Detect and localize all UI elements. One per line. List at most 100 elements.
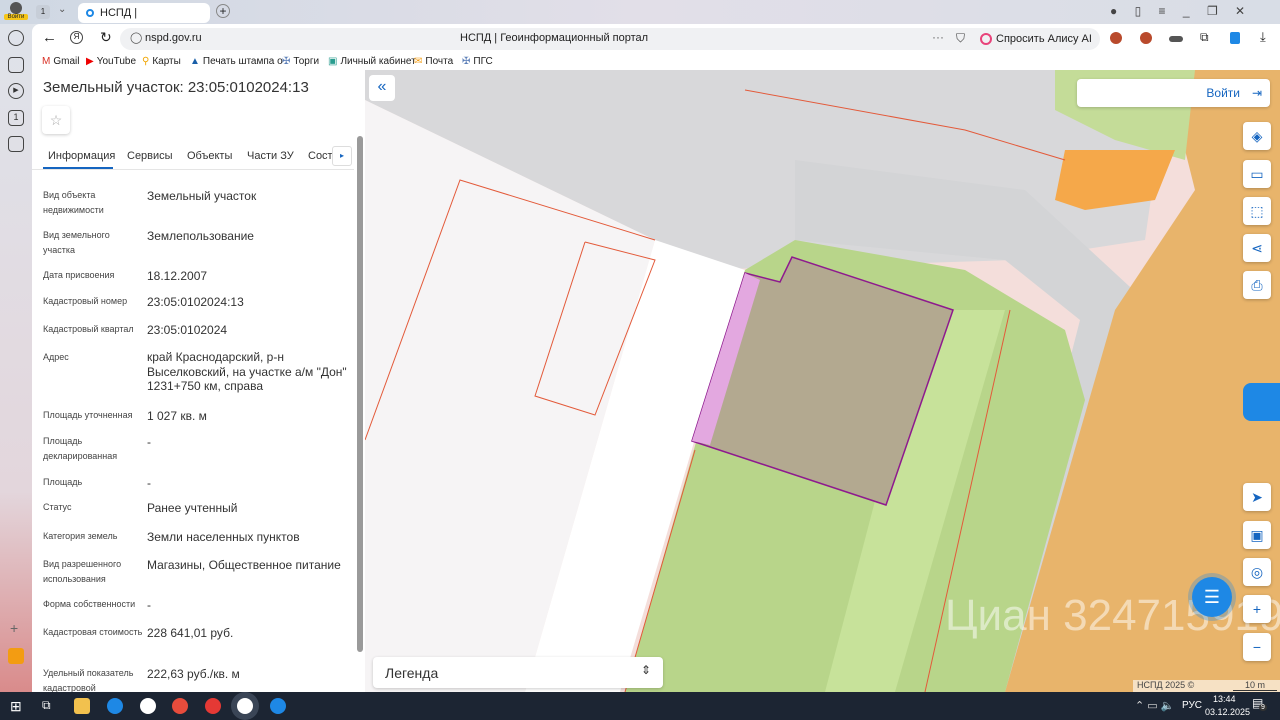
field-value: Земли населенных пунктов [147, 530, 300, 544]
bookmark-pgs[interactable]: ✠ ПГС [462, 56, 493, 67]
minimize-icon[interactable]: _ [1183, 4, 1190, 18]
tab-list-chevron-icon[interactable]: ⌄ [58, 4, 66, 15]
yandex-browser-icon[interactable] [205, 698, 221, 714]
sidebar-app-icon[interactable] [8, 136, 24, 152]
bookmark-pochta[interactable]: ✉ Почта [414, 56, 453, 67]
tab-objects[interactable]: Объекты [187, 150, 232, 162]
minimap-icon[interactable]: ▣ [1243, 521, 1271, 549]
app-icon[interactable] [140, 698, 156, 714]
bookmark-label: Почта [425, 56, 454, 67]
extension-icon[interactable] [1230, 32, 1240, 44]
history-icon[interactable] [8, 30, 24, 46]
divider [32, 169, 354, 170]
tab-nspd[interactable]: НСПД | Геоинформаци ✕ [78, 3, 210, 39]
gosuslugi-widget-icon[interactable] [1243, 383, 1280, 421]
login-label: Войти [1206, 86, 1240, 100]
alice-button[interactable]: Спросить Алису AI [974, 28, 1100, 50]
address-bar[interactable]: ◯ nspd.gov.ru НСПД | Геоинформационный п… [120, 28, 1000, 50]
app-icon[interactable] [270, 698, 286, 714]
extension-icon[interactable] [1169, 36, 1183, 42]
tabs-scroll-right-button[interactable]: ▸ [332, 146, 352, 166]
one-icon[interactable]: 1 [8, 110, 24, 126]
bookmark-torgi[interactable]: ✠ Торги [282, 56, 319, 67]
mail-app-icon[interactable] [8, 648, 24, 664]
field-label: Кадастровый номер [43, 296, 128, 306]
task-view-icon[interactable]: ⧉ [42, 698, 51, 713]
tab-favicon-icon [86, 9, 94, 17]
field-value: - [147, 435, 151, 449]
profile-button[interactable]: Войти [4, 2, 28, 22]
field-value: 228 641,01 руб. [147, 626, 234, 640]
legend-label: Легенда [385, 665, 439, 681]
new-tab-button[interactable]: + [216, 4, 230, 18]
close-window-icon[interactable]: ✕ [1235, 4, 1245, 18]
menu-icon[interactable]: ≡ [1159, 4, 1166, 18]
bookmark-stamp[interactable]: ▲ Печать штампа о [190, 56, 283, 67]
tab-parts[interactable]: Части ЗУ [247, 150, 294, 162]
extensions-icon[interactable]: ⧉ [1200, 30, 1209, 45]
bookmark-icon[interactable]: ⛉ [956, 31, 965, 46]
windows-start-icon[interactable]: ⊞ [10, 698, 22, 715]
bookmark-maps[interactable]: ⚲ Карты [142, 56, 181, 67]
chrome-icon[interactable] [172, 698, 188, 714]
login-button[interactable]: Войти ⇥ [1077, 79, 1270, 107]
emblem-icon: ✠ [462, 56, 471, 67]
bookmark-label: Личный кабинет [340, 56, 416, 67]
legend-dropdown[interactable]: Легенда ⇕ [373, 657, 663, 688]
field-value: 18.12.2007 [147, 269, 208, 283]
clock-date[interactable]: 03.12.2025 [1205, 707, 1250, 717]
notes-icon[interactable] [8, 57, 24, 73]
field-value: - [147, 598, 151, 612]
taskbar: ⊞ ⧉ ⌃ ▭ 🔈 РУС 13:44 03.12.2025 ▤ 9 [0, 692, 1280, 720]
bookmark-label: Карты [152, 56, 181, 67]
tab-services[interactable]: Сервисы [127, 150, 173, 162]
favorite-button[interactable]: ☆ [42, 106, 70, 134]
zoom-in-button[interactable]: + [1243, 595, 1271, 623]
zoom-out-button[interactable]: − [1243, 633, 1271, 661]
map-canvas[interactable]: Циан 324715919 « Войти ⇥ Легенда ⇕ НСПД … [365, 70, 1280, 692]
window-controls: ● ▯ ≡ _ ❐ ✕ [1110, 4, 1245, 18]
chat-button[interactable]: ☰ [1192, 577, 1232, 617]
bookmark-cabinet[interactable]: ▣ Личный кабинет [328, 56, 416, 67]
youtube-icon: ▶ [86, 56, 94, 67]
reload-icon[interactable]: ↻ [100, 29, 112, 46]
site-info-icon[interactable]: ◯ [130, 31, 142, 44]
orange-parcel [1055, 150, 1175, 210]
locate-icon[interactable]: ➤ [1243, 483, 1271, 511]
extension-icon[interactable] [1140, 32, 1152, 44]
collapse-panel-button[interactable]: « [369, 75, 395, 101]
select-area-icon[interactable]: ⬚ [1243, 197, 1271, 225]
download-icon[interactable]: ⤓ [1260, 29, 1266, 45]
field-label: Адрес [43, 352, 69, 362]
account-icon[interactable]: ● [1110, 4, 1117, 18]
yandex-browser-active-icon[interactable] [237, 698, 253, 714]
tray-icons[interactable]: ⌃ ▭ 🔈 [1135, 699, 1174, 712]
more-icon[interactable]: ··· [932, 30, 944, 44]
expand-icon: ⇕ [640, 663, 651, 677]
extension-icon[interactable] [1110, 32, 1122, 44]
play-icon[interactable]: ▶ [8, 83, 24, 99]
back-icon[interactable]: ← [42, 29, 57, 46]
bookmark-gmail[interactable]: M Gmail [42, 56, 79, 67]
bookmark-youtube[interactable]: ▶ YouTube [86, 56, 136, 67]
ruler-icon[interactable]: ▭ [1243, 160, 1271, 188]
share-icon[interactable]: ⋖ [1243, 234, 1271, 262]
notification-center-icon[interactable]: ▤ 9 [1252, 696, 1267, 711]
tab-counter[interactable]: 1 [36, 5, 50, 19]
restore-icon[interactable]: ❐ [1207, 4, 1218, 18]
panel-scrollbar[interactable] [357, 136, 363, 652]
collections-icon[interactable]: ▯ [1135, 4, 1142, 18]
search-location-icon[interactable]: ◎ [1243, 558, 1271, 586]
clock-time[interactable]: 13:44 [1213, 694, 1236, 704]
tab-info[interactable]: Информация [48, 150, 115, 162]
alice-icon [980, 33, 992, 45]
add-icon[interactable]: + [10, 620, 18, 636]
edge-icon[interactable] [107, 698, 123, 714]
yandex-icon[interactable]: Я [70, 31, 83, 44]
file-explorer-icon[interactable] [74, 698, 90, 714]
print-icon[interactable]: ⎙ [1243, 271, 1271, 299]
layers-icon[interactable]: ◈ [1243, 122, 1271, 150]
language-indicator[interactable]: РУС [1182, 700, 1202, 711]
bookmark-label: Печать штампа о [202, 56, 283, 67]
login-icon: ⇥ [1251, 86, 1262, 100]
